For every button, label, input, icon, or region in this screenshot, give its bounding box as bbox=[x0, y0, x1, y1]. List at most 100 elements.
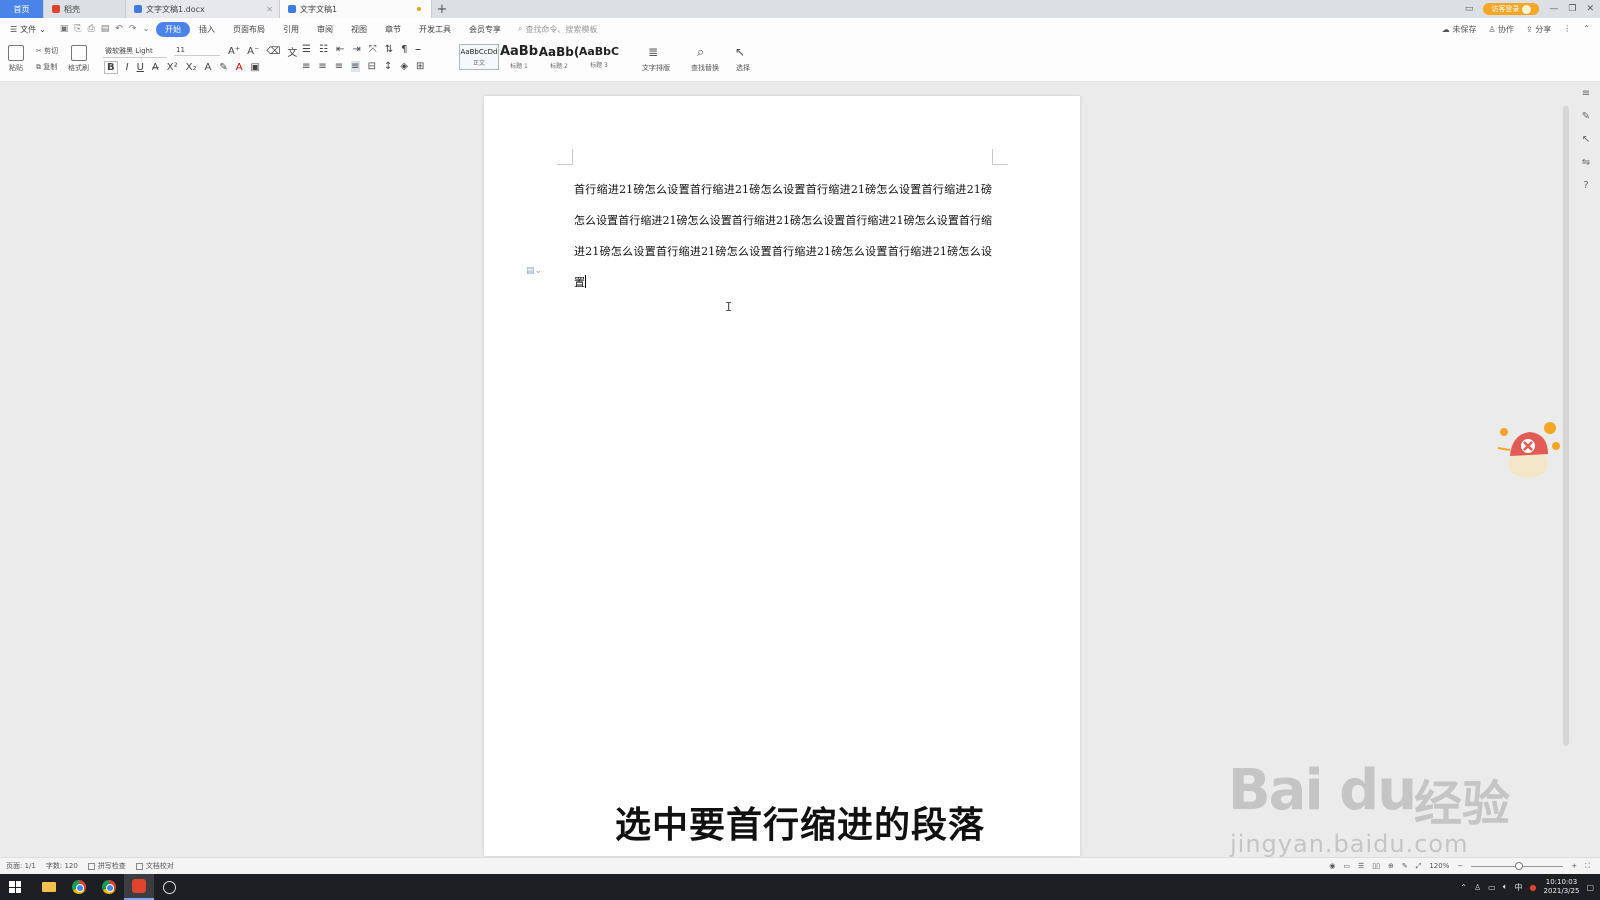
customize-icon[interactable]: ⌄ bbox=[142, 24, 150, 34]
paste-button[interactable]: 粘贴 bbox=[8, 45, 24, 73]
font-color-icon[interactable]: A bbox=[236, 62, 243, 73]
document-page[interactable]: ▤⌄ 首行缩进21磅怎么设置首行缩进21磅怎么设置首行缩进21磅怎么设置首行缩进… bbox=[484, 96, 1080, 856]
pen-icon[interactable]: ✎ bbox=[1582, 111, 1590, 122]
export-pdf-icon[interactable]: ⎘ bbox=[74, 24, 81, 34]
eye-icon[interactable]: ◉ bbox=[1329, 862, 1335, 870]
style-heading-1[interactable]: AaBb 标题 1 bbox=[499, 44, 539, 70]
notification-icon[interactable]: ▢ bbox=[1586, 883, 1594, 892]
login-button[interactable]: 访客登录 bbox=[1483, 3, 1540, 15]
menu-chapter[interactable]: 章节 bbox=[376, 24, 410, 35]
zoom-slider-knob[interactable] bbox=[1515, 861, 1524, 870]
char-border-icon[interactable]: ▣ bbox=[251, 62, 260, 73]
workspace-icon[interactable]: ▭ bbox=[1465, 4, 1474, 14]
font-size-select[interactable]: 11 bbox=[174, 45, 220, 56]
write-view-icon[interactable]: ✎ bbox=[1402, 862, 1408, 870]
collapse-ribbon-icon[interactable]: ⌃ bbox=[1583, 24, 1590, 35]
find-replace-button[interactable]: ⌕ 查找替换 bbox=[691, 45, 719, 73]
outdent-icon[interactable]: ⇤ bbox=[336, 44, 344, 55]
chinese-layout-icon[interactable]: ⤧ bbox=[369, 44, 377, 55]
indent-icon[interactable]: ⇥ bbox=[352, 44, 360, 55]
tray-app-icon[interactable]: ● bbox=[1530, 883, 1537, 892]
tab-straw[interactable]: 稻壳 bbox=[44, 0, 126, 18]
menu-dev-tools[interactable]: 开发工具 bbox=[410, 24, 460, 35]
redo-icon[interactable]: ↷ bbox=[129, 24, 137, 34]
start-button[interactable] bbox=[0, 874, 30, 900]
font-name-select[interactable]: 微软雅黑 Light bbox=[103, 45, 167, 58]
minimize-button[interactable]: — bbox=[1549, 4, 1558, 14]
align-center-icon[interactable]: ≡ bbox=[318, 61, 326, 72]
align-left-icon[interactable]: ≡ bbox=[302, 61, 310, 72]
clear-format-icon[interactable]: ⌫ bbox=[266, 46, 280, 57]
bold-icon[interactable]: B bbox=[104, 61, 118, 74]
read-view-icon[interactable]: ▯▯ bbox=[1372, 862, 1380, 870]
mascot-icon[interactable] bbox=[1492, 420, 1564, 484]
line-break-icon[interactable]: ⎯ bbox=[415, 44, 420, 55]
zoom-level[interactable]: 120% bbox=[1429, 862, 1449, 870]
text-layout-button[interactable]: ≣ 文字排版 bbox=[642, 45, 670, 73]
add-tab-button[interactable]: + bbox=[432, 0, 452, 18]
menu-view[interactable]: 视图 bbox=[342, 24, 376, 35]
zoom-out-button[interactable]: − bbox=[1457, 862, 1463, 870]
sliders-icon[interactable]: ⇋ bbox=[1582, 157, 1590, 168]
subscript-icon[interactable]: X₂ bbox=[186, 62, 197, 73]
menu-home[interactable]: 开始 bbox=[155, 21, 190, 37]
copy-button[interactable]: ⧉ 复制 bbox=[36, 62, 57, 72]
volume-icon[interactable]: 🔈︎ bbox=[1503, 882, 1508, 892]
spell-check-toggle[interactable]: 拼写检查 bbox=[87, 861, 126, 871]
taskbar-chrome[interactable] bbox=[64, 874, 94, 900]
taskbar-wps[interactable] bbox=[124, 874, 154, 900]
text-effect-icon[interactable]: A bbox=[204, 62, 211, 73]
zoom-slider[interactable] bbox=[1471, 861, 1564, 870]
tray-user-icon[interactable]: ♙ bbox=[1474, 883, 1481, 892]
preview-icon[interactable]: ▤ bbox=[101, 24, 110, 34]
page-view-icon[interactable]: ▭ bbox=[1343, 862, 1350, 870]
web-view-icon[interactable]: ⊕ bbox=[1388, 862, 1394, 870]
page-count[interactable]: 页面: 1/1 bbox=[6, 861, 36, 871]
taskbar-explorer[interactable] bbox=[34, 874, 64, 900]
menu-review[interactable]: 审阅 bbox=[308, 24, 342, 35]
fit-icon[interactable]: ⤢ bbox=[1416, 862, 1422, 871]
bullet-list-icon[interactable]: ☰ bbox=[302, 44, 311, 55]
justify-icon[interactable]: ≡ bbox=[351, 61, 360, 72]
ime-indicator[interactable]: 中 bbox=[1515, 882, 1523, 893]
restore-button[interactable]: ❐ bbox=[1568, 4, 1576, 14]
tray-expand-icon[interactable]: ⌃ bbox=[1460, 883, 1467, 892]
grow-font-icon[interactable]: A⁺ bbox=[228, 46, 240, 57]
undo-icon[interactable]: ↶ bbox=[115, 24, 123, 34]
tab-doc2[interactable]: 文字文稿1 bbox=[280, 0, 432, 18]
underline-icon[interactable]: U bbox=[137, 62, 144, 73]
distribute-icon[interactable]: ⊟ bbox=[368, 61, 376, 72]
file-menu[interactable]: ☰ 文件 ⌄ bbox=[0, 24, 54, 35]
phonetic-icon[interactable]: 文 bbox=[287, 44, 297, 59]
menu-member[interactable]: 会员专享 bbox=[460, 24, 510, 35]
save-icon[interactable]: ▣ bbox=[60, 24, 69, 34]
highlight-icon[interactable]: ✎ bbox=[219, 62, 227, 73]
collab-button[interactable]: ♙ 协作 bbox=[1488, 24, 1514, 35]
sort-icon[interactable]: ⇅ bbox=[385, 44, 393, 55]
network-icon[interactable]: ▭ bbox=[1488, 883, 1496, 892]
shrink-font-icon[interactable]: A⁻ bbox=[247, 46, 259, 57]
italic-icon[interactable]: I bbox=[126, 62, 129, 73]
style-heading-2[interactable]: AaBb(标题 2 bbox=[539, 44, 579, 70]
close-icon[interactable]: ✕ bbox=[266, 5, 273, 14]
share-button[interactable]: ⇪ 分享 bbox=[1526, 24, 1551, 35]
help-icon[interactable]: ? bbox=[1583, 180, 1588, 191]
taskbar-app[interactable] bbox=[154, 874, 184, 900]
menu-insert[interactable]: 插入 bbox=[190, 24, 224, 35]
menu-references[interactable]: 引用 bbox=[274, 24, 308, 35]
system-clock[interactable]: 10:10:03 2021/3/25 bbox=[1544, 878, 1580, 896]
tab-home[interactable]: 首页 bbox=[0, 0, 44, 18]
numbered-list-icon[interactable]: ☷ bbox=[319, 44, 328, 55]
close-window-button[interactable]: ✕ bbox=[1586, 4, 1594, 14]
cut-button[interactable]: ✂ 剪切 bbox=[36, 46, 58, 56]
superscript-icon[interactable]: X² bbox=[167, 62, 178, 73]
paragraph-handle-icon[interactable]: ▤⌄ bbox=[526, 266, 542, 276]
fullscreen-icon[interactable]: ⛶ bbox=[1585, 862, 1590, 871]
more-icon[interactable]: ⋮ bbox=[1563, 24, 1571, 35]
zoom-in-button[interactable]: + bbox=[1571, 862, 1577, 870]
doc-check-toggle[interactable]: 文档校对 bbox=[135, 861, 174, 871]
outline-view-icon[interactable]: ☰ bbox=[1358, 862, 1364, 870]
side-menu-icon[interactable]: ≡ bbox=[1582, 88, 1590, 99]
show-marks-icon[interactable]: ¶ bbox=[401, 44, 407, 55]
menu-page-layout[interactable]: 页面布局 bbox=[224, 24, 274, 35]
